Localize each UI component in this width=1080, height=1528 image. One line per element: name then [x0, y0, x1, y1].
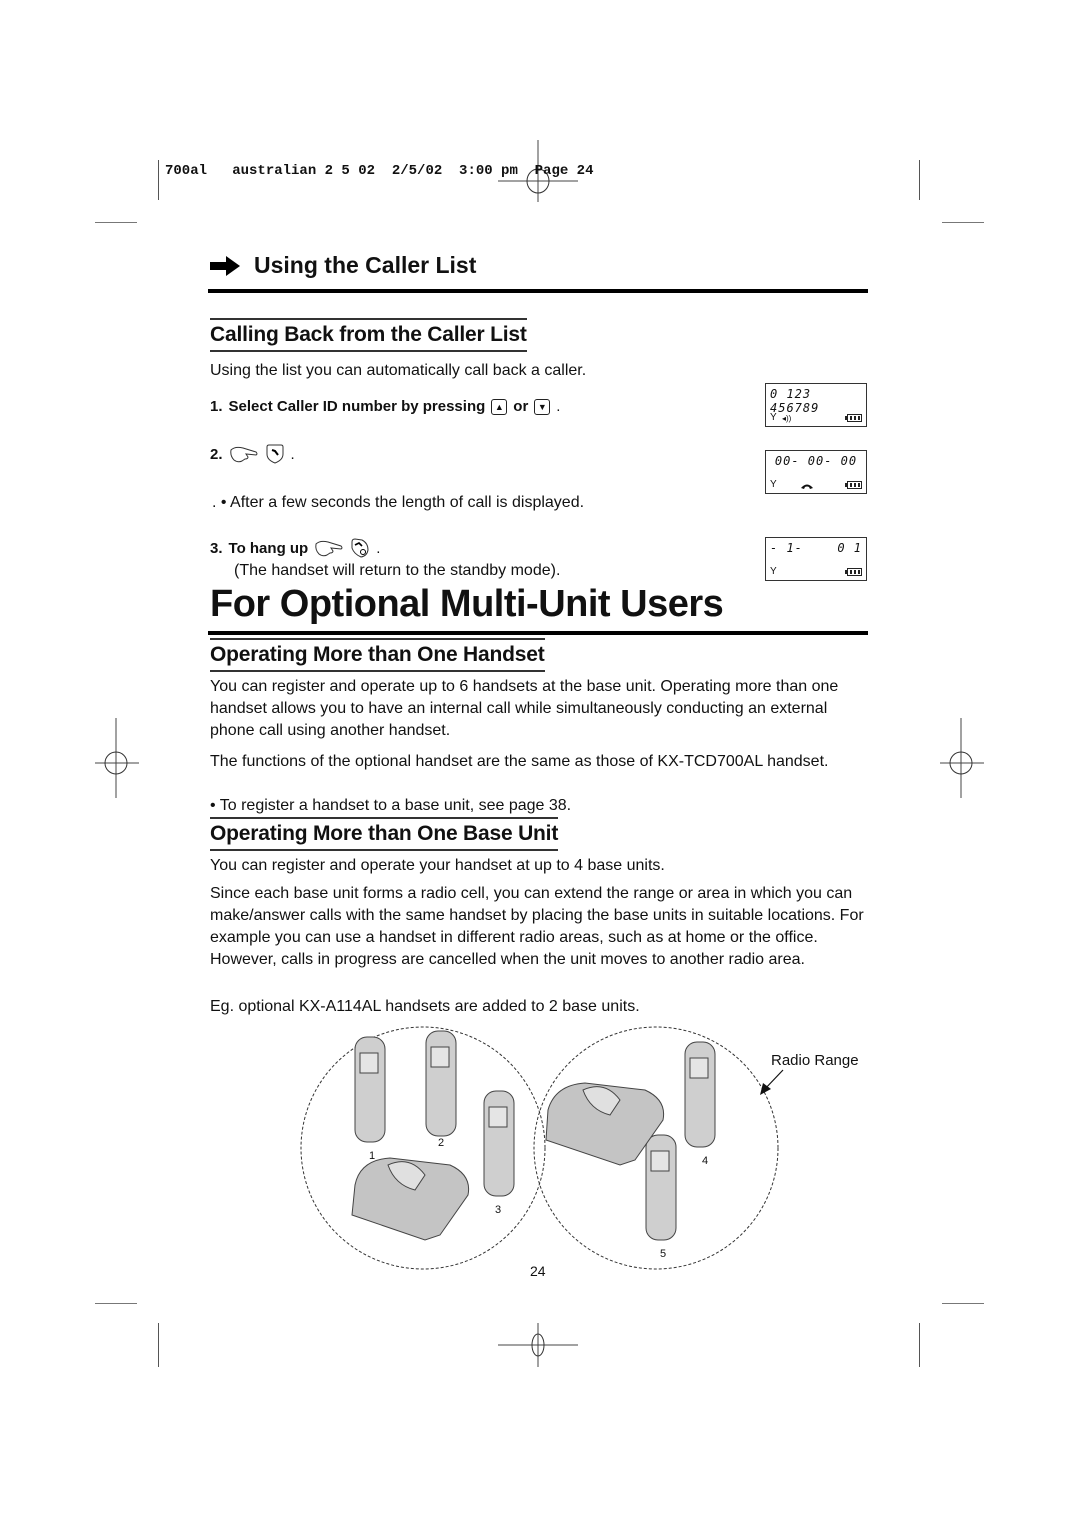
- radio-range-label: Radio Range: [771, 1052, 859, 1069]
- crop-mark: [158, 160, 159, 200]
- step-2: 2. .: [210, 444, 295, 464]
- more-handsets-bullet: • To register a handset to a base unit, …: [210, 797, 572, 814]
- lcd-digits-row: - 1- 0 1: [770, 541, 862, 555]
- antenna-icon: Y: [770, 412, 777, 423]
- handset-label: 5: [660, 1248, 667, 1260]
- base-unit-icon: [351, 1157, 470, 1241]
- step-3-note: (The handset will return to the standby …: [234, 562, 561, 579]
- registration-mark-icon: [498, 1323, 578, 1367]
- page-number: 24: [530, 1263, 546, 1279]
- crop-mark: [919, 160, 920, 200]
- crop-mark: [919, 1323, 920, 1367]
- handset-label: 4: [702, 1155, 709, 1167]
- calling-back-intro: Using the list you can automatically cal…: [210, 362, 587, 379]
- more-bases-para3: Eg. optional KX-A114AL handsets are adde…: [210, 998, 640, 1015]
- lcd-digits-left: - 1-: [770, 541, 803, 555]
- handset-icon: [801, 484, 813, 489]
- calling-back-heading: Calling Back from the Caller List: [210, 318, 527, 352]
- battery-icon: [845, 481, 862, 489]
- step-joiner: or: [513, 398, 529, 415]
- press-hand-icon: [229, 446, 258, 463]
- lcd-display-call-timer: 00- 00- 00 Y: [765, 450, 867, 494]
- section-rule: [208, 289, 868, 293]
- more-bases-heading: Operating More than One Base Unit: [210, 817, 558, 851]
- more-bases-para2: Since each base unit forms a radio cell,…: [210, 885, 864, 968]
- handset-icon: [483, 1090, 515, 1197]
- crop-mark: [95, 222, 137, 223]
- step-text: Select Caller ID number by pressing: [228, 398, 486, 415]
- section-title: Using the Caller List: [254, 252, 477, 278]
- crop-mark: [95, 1303, 137, 1304]
- handset-icon: [425, 1030, 457, 1137]
- handset-icon: [684, 1041, 716, 1148]
- crop-mark: [942, 222, 984, 223]
- handset-label: 2: [438, 1137, 445, 1149]
- more-handsets-heading: Operating More than One Handset: [210, 638, 545, 672]
- more-bases-para1: You can register and operate your handse…: [210, 857, 665, 874]
- talk-key-icon: [266, 444, 284, 464]
- antenna-icon: Y: [770, 479, 777, 490]
- more-handsets-para1: You can register and operate up to 6 han…: [210, 678, 839, 739]
- off-key-icon: [351, 538, 369, 558]
- step-number: 2.: [210, 445, 223, 463]
- main-title: For Optional Multi-Unit Users: [210, 583, 724, 625]
- step-number: 1.: [210, 398, 223, 415]
- step-number: 3.: [210, 539, 223, 557]
- right-arrow-icon: [210, 255, 240, 276]
- lcd-digits-right: 0 1: [837, 541, 862, 555]
- press-hand-icon: [315, 540, 343, 557]
- lcd-display-caller-number: 0 123 456789 Y ◂)): [765, 383, 867, 427]
- up-key-icon: ▲: [491, 398, 508, 415]
- crop-mark: [158, 1323, 159, 1367]
- handset-icon: [354, 1036, 386, 1143]
- antenna-icon: Y: [770, 566, 777, 577]
- more-handsets-para2: The functions of the optional handset ar…: [210, 753, 829, 770]
- step-3: 3. To hang up .: [210, 538, 381, 558]
- battery-icon: [845, 414, 862, 422]
- step-1: 1. Select Caller ID number by pressing ▲…: [210, 398, 561, 415]
- step-text: To hang up: [228, 539, 309, 557]
- battery-icon: [845, 568, 862, 576]
- section-header: Using the Caller List: [210, 252, 476, 279]
- down-key-icon: ▼: [534, 398, 551, 415]
- title-rule: [208, 631, 868, 635]
- registration-mark-icon: [940, 718, 984, 798]
- print-slug: 700al australian 2 5 02 2/5/02 3:00 pm P…: [165, 163, 594, 179]
- lcd-digits: 00- 00- 00: [774, 454, 858, 468]
- registration-mark-icon: [498, 140, 578, 202]
- lcd-digits: 0 123 456789: [770, 387, 820, 415]
- crop-mark: [942, 1303, 984, 1304]
- step-2-note: . • After a few seconds the length of ca…: [212, 494, 585, 511]
- handset-icon: [645, 1134, 677, 1241]
- handset-label: 1: [369, 1150, 376, 1162]
- handset-label: 3: [495, 1204, 502, 1216]
- registration-mark-icon: [95, 718, 139, 798]
- lcd-display-standby: - 1- 0 1 Y: [765, 537, 867, 581]
- ringer-icon: ◂)): [782, 414, 792, 423]
